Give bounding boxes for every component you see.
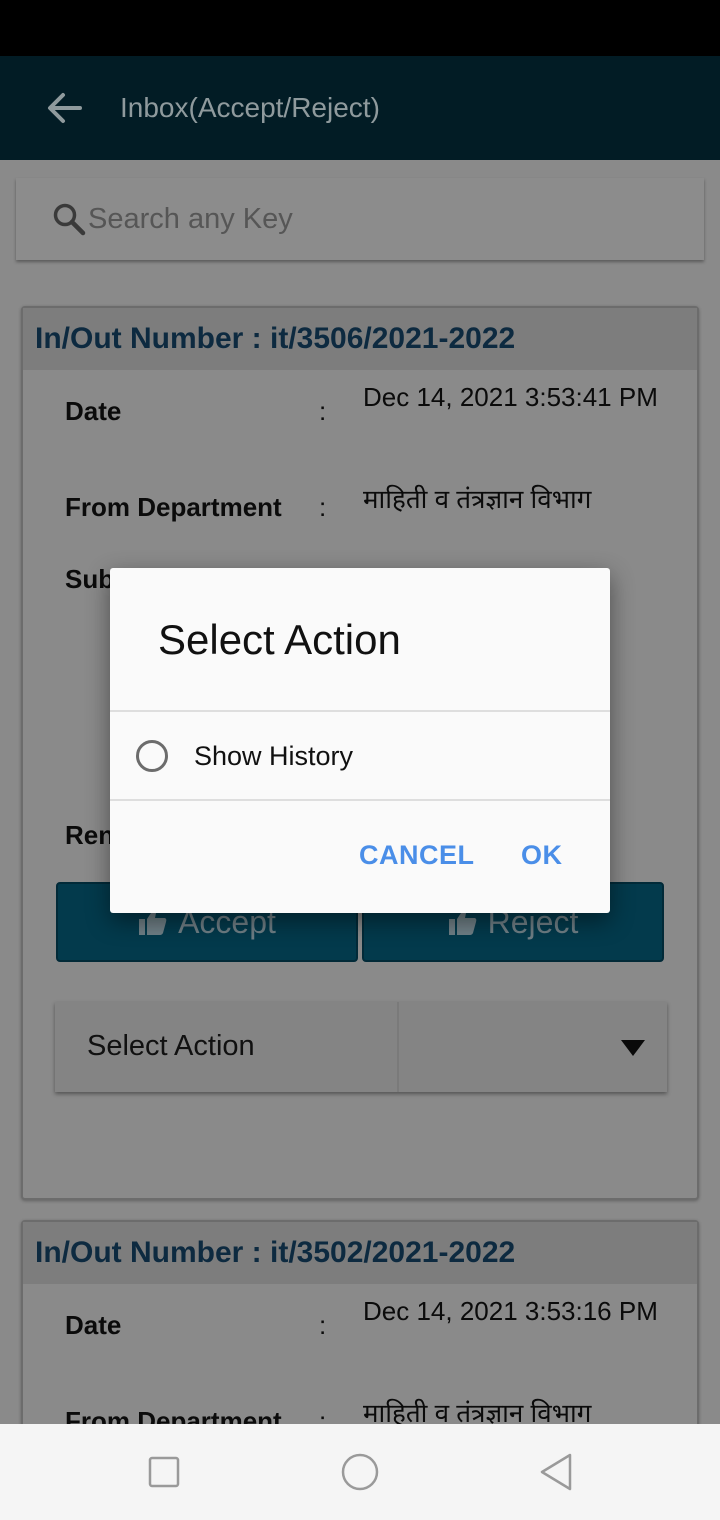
date-value: Dec 14, 2021 3:53:41 PM (363, 382, 658, 412)
back-button[interactable] (32, 76, 96, 140)
select-action-value: Select Action (87, 1030, 255, 1062)
from-department-value: माहिती व तंत्रज्ञान विभाग (363, 1398, 592, 1424)
date-label: Date (65, 1310, 122, 1340)
triangle-left-icon (540, 1453, 572, 1491)
circle-icon (341, 1453, 379, 1491)
subject-label: Sub (65, 564, 115, 594)
home-button[interactable] (340, 1452, 380, 1492)
search-input[interactable]: Search any Key (16, 178, 704, 260)
dialog-title: Select Action (158, 616, 401, 663)
arrow-left-icon (48, 93, 82, 123)
select-action-dialog: Select Action Show History CANCEL OK (110, 568, 610, 913)
from-department-label: From Department (65, 1406, 282, 1424)
ok-button[interactable]: OK (521, 840, 563, 871)
in-out-number: In/Out Number : it/3502/2021-2022 (35, 1236, 516, 1269)
date-value: Dec 14, 2021 3:53:16 PM (363, 1296, 658, 1326)
status-bar (0, 0, 720, 56)
search-placeholder: Search any Key (88, 202, 293, 235)
radio-button[interactable] (136, 740, 168, 772)
cancel-button[interactable]: CANCEL (359, 840, 475, 871)
from-department-label: From Department (65, 492, 282, 522)
app-bar: Inbox(Accept/Reject) (0, 56, 720, 160)
page-title: Inbox(Accept/Reject) (120, 92, 380, 123)
colon: : (319, 492, 327, 522)
navigation-bar (0, 1424, 720, 1520)
search-icon (53, 203, 86, 236)
recents-button[interactable] (144, 1452, 184, 1492)
triangle-down-icon (621, 1040, 645, 1056)
date-label: Date (65, 396, 122, 426)
remarks-label: Ren (65, 820, 115, 850)
option-label: Show History (194, 740, 354, 771)
divider (397, 1002, 399, 1092)
option-show-history[interactable]: Show History (110, 712, 610, 800)
colon: : (319, 396, 327, 426)
in-out-number: In/Out Number : it/3506/2021-2022 (35, 322, 516, 355)
square-icon (148, 1456, 180, 1488)
select-action-dropdown[interactable]: Select Action (55, 1002, 667, 1092)
card-header: In/Out Number : it/3502/2021-2022 (23, 1222, 697, 1284)
divider (110, 799, 610, 801)
card-header: In/Out Number : it/3506/2021-2022 (23, 308, 697, 370)
inbox-card: In/Out Number : it/3502/2021-2022 Date :… (21, 1220, 699, 1424)
back-nav-button[interactable] (536, 1452, 576, 1492)
colon: : (319, 1406, 327, 1424)
from-department-value: माहिती व तंत्रज्ञान विभाग (363, 484, 592, 514)
colon: : (319, 1310, 327, 1340)
